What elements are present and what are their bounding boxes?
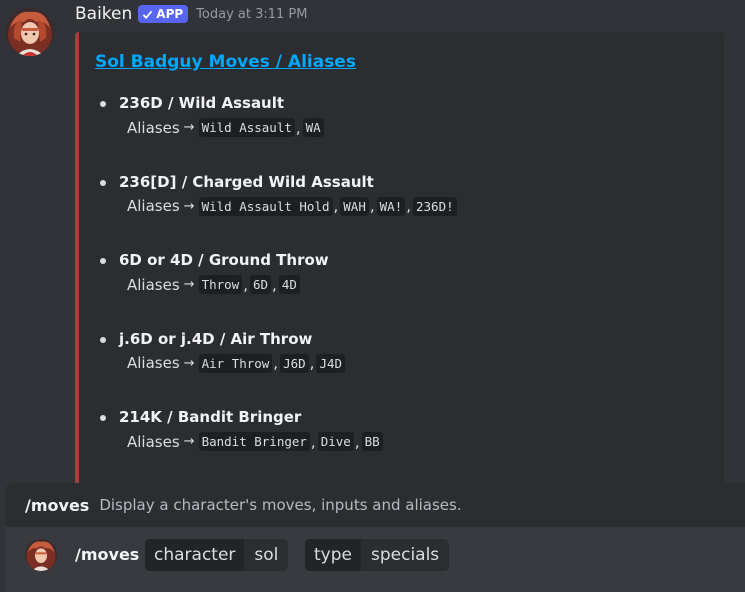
alias-line: Aliases → Air Throw, J6D, J4D xyxy=(127,353,346,373)
option-type[interactable]: type specials xyxy=(305,539,450,571)
alias-code: Air Throw xyxy=(198,353,273,373)
option-key: character xyxy=(145,539,245,571)
option-value[interactable]: specials xyxy=(360,539,450,571)
alias-code: 6D xyxy=(249,275,272,294)
username[interactable]: Baiken xyxy=(75,4,132,24)
app-avatar xyxy=(25,539,57,571)
alias-line: Aliases → Wild Assault, WA xyxy=(127,118,324,137)
input-command: /moves xyxy=(75,545,140,564)
arrow-right-icon: → xyxy=(183,355,195,371)
command-suggestion[interactable]: /moves Display a character's moves, inpu… xyxy=(5,483,745,527)
alias-code: 236D! xyxy=(413,196,457,216)
option-key: type xyxy=(305,539,361,571)
aliases-label: Aliases xyxy=(127,118,180,137)
alias-code: Throw xyxy=(198,275,243,294)
bullet-icon xyxy=(100,415,106,421)
bullet-icon xyxy=(100,336,106,343)
alias-code: Bandit Bringer xyxy=(198,432,310,451)
message-header: Baiken APP Today at 3:11 PM xyxy=(75,4,307,24)
option-character[interactable]: character sol xyxy=(145,539,289,571)
app-badge: APP xyxy=(138,5,189,23)
checkmark-icon xyxy=(143,10,153,19)
option-value[interactable]: sol xyxy=(244,539,289,571)
alias-code: WAH xyxy=(340,196,369,216)
aliases-label: Aliases xyxy=(127,432,180,451)
avatar[interactable] xyxy=(6,8,54,56)
move-name: 236[D] / Charged Wild Assault xyxy=(119,172,374,191)
alias-code: Wild Assault Hold xyxy=(198,196,333,216)
alias-code: Wild Assault xyxy=(198,118,295,137)
command-description: Display a character's moves, inputs and … xyxy=(99,496,462,514)
aliases-label: Aliases xyxy=(127,354,180,372)
timestamp: Today at 3:11 PM xyxy=(196,6,308,22)
alias-code: WA xyxy=(302,118,324,137)
alias-code: WA! xyxy=(376,196,406,216)
alias-line: Aliases → Wild Assault Hold, WAH, WA!, 2… xyxy=(127,196,457,216)
bullet-icon xyxy=(100,258,106,264)
badge-label: APP xyxy=(156,7,184,21)
embed: Sol Badguy Moves / Aliases 236D / Wild A… xyxy=(75,32,724,502)
command-name: /moves xyxy=(25,495,90,515)
move-name: 236D / Wild Assault xyxy=(119,94,285,112)
move-name: 214K / Bandit Bringer xyxy=(119,408,302,426)
move-name: j.6D or j.4D / Air Throw xyxy=(119,329,313,348)
arrow-right-icon: → xyxy=(183,120,195,135)
alias-line: Aliases → Throw, 6D, 4D xyxy=(127,275,300,294)
alias-line: Aliases → Bandit Bringer, Dive, BB xyxy=(127,432,383,451)
alias-code: 4D xyxy=(278,275,300,294)
alias-code: Dive xyxy=(317,432,354,451)
move-name: 6D or 4D / Ground Throw xyxy=(119,251,329,269)
bullet-icon xyxy=(100,179,106,186)
aliases-label: Aliases xyxy=(127,197,180,215)
alias-code: J4D xyxy=(316,353,346,373)
bullet-icon xyxy=(100,101,106,107)
arrow-right-icon: → xyxy=(183,277,195,292)
embed-title-link[interactable]: Sol Badguy Moves / Aliases xyxy=(95,52,356,72)
arrow-right-icon: → xyxy=(183,198,195,214)
aliases-label: Aliases xyxy=(127,275,180,294)
alias-code: BB xyxy=(361,432,383,451)
message-input[interactable]: /moves character sol type specials xyxy=(5,527,745,592)
alias-code: J6D xyxy=(280,353,309,373)
arrow-right-icon: → xyxy=(183,434,195,449)
